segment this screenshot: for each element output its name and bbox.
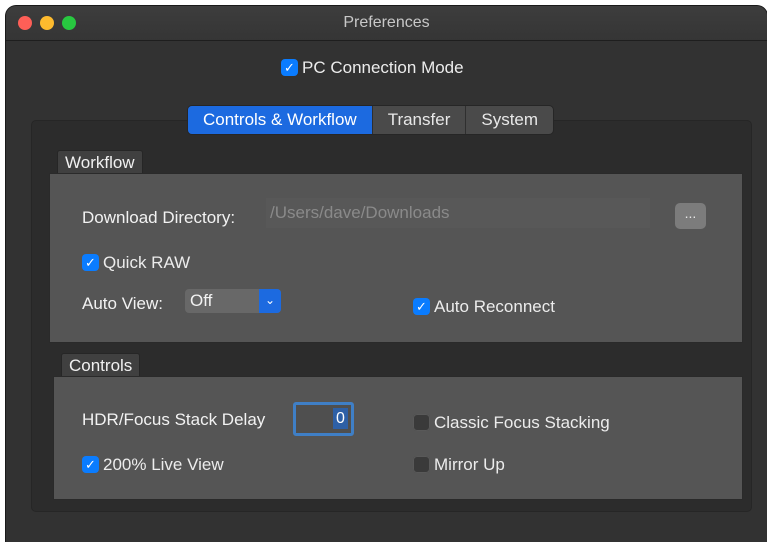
chevron-down-icon: ⌄ — [259, 289, 281, 313]
controls-group-box — [53, 376, 743, 500]
live-view-200-checkbox[interactable]: ✓ 200% Live View — [82, 454, 224, 475]
auto-view-select[interactable]: Off ⌄ — [185, 289, 281, 313]
tab-system[interactable]: System — [466, 106, 553, 134]
tab-bar: Controls & Workflow Transfer System — [187, 105, 555, 135]
quick-raw-checkbox[interactable]: ✓ Quick RAW — [82, 252, 190, 273]
classic-focus-stacking-checkbox[interactable]: ✓Classic Focus Stacking — [413, 412, 610, 433]
auto-reconnect-label: Auto Reconnect — [434, 296, 555, 316]
browse-directory-button[interactable]: ... — [675, 203, 706, 229]
auto-view-label: Auto View: — [82, 294, 163, 313]
checkmark-icon: ✓ — [281, 59, 298, 77]
live-view-200-label: 200% Live View — [103, 454, 224, 474]
workflow-group-title: Workflow — [57, 150, 143, 175]
checkbox-empty-icon: ✓ — [413, 414, 430, 432]
quick-raw-label: Quick RAW — [103, 252, 191, 272]
tab-transfer[interactable]: Transfer — [373, 106, 467, 134]
checkmark-icon: ✓ — [82, 456, 99, 474]
window-title: Preferences — [343, 14, 430, 31]
download-directory-field[interactable]: /Users/dave/Downloads — [266, 198, 650, 228]
auto-view-value: Off — [190, 291, 213, 310]
hdr-delay-value: 0 — [333, 408, 348, 429]
title-bar: Preferences — [6, 6, 767, 41]
tab-controls-workflow[interactable]: Controls & Workflow — [188, 106, 373, 134]
hdr-delay-label: HDR/Focus Stack Delay — [82, 410, 266, 429]
hdr-delay-input[interactable]: 0 — [293, 402, 354, 436]
checkmark-icon: ✓ — [82, 254, 99, 272]
pc-connection-mode-label: PC Connection Mode — [302, 57, 464, 77]
auto-reconnect-checkbox[interactable]: ✓ Auto Reconnect — [413, 296, 555, 317]
mirror-up-label: Mirror Up — [434, 454, 505, 474]
download-directory-label: Download Directory: — [82, 208, 236, 227]
checkbox-empty-icon: ✓ — [413, 456, 430, 474]
pc-connection-mode-checkbox[interactable]: ✓ PC Connection Mode — [281, 57, 464, 78]
mirror-up-checkbox[interactable]: ✓Mirror Up — [413, 454, 505, 475]
classic-focus-stacking-label: Classic Focus Stacking — [434, 412, 610, 432]
controls-group-title: Controls — [61, 353, 141, 378]
checkmark-icon: ✓ — [413, 298, 430, 316]
